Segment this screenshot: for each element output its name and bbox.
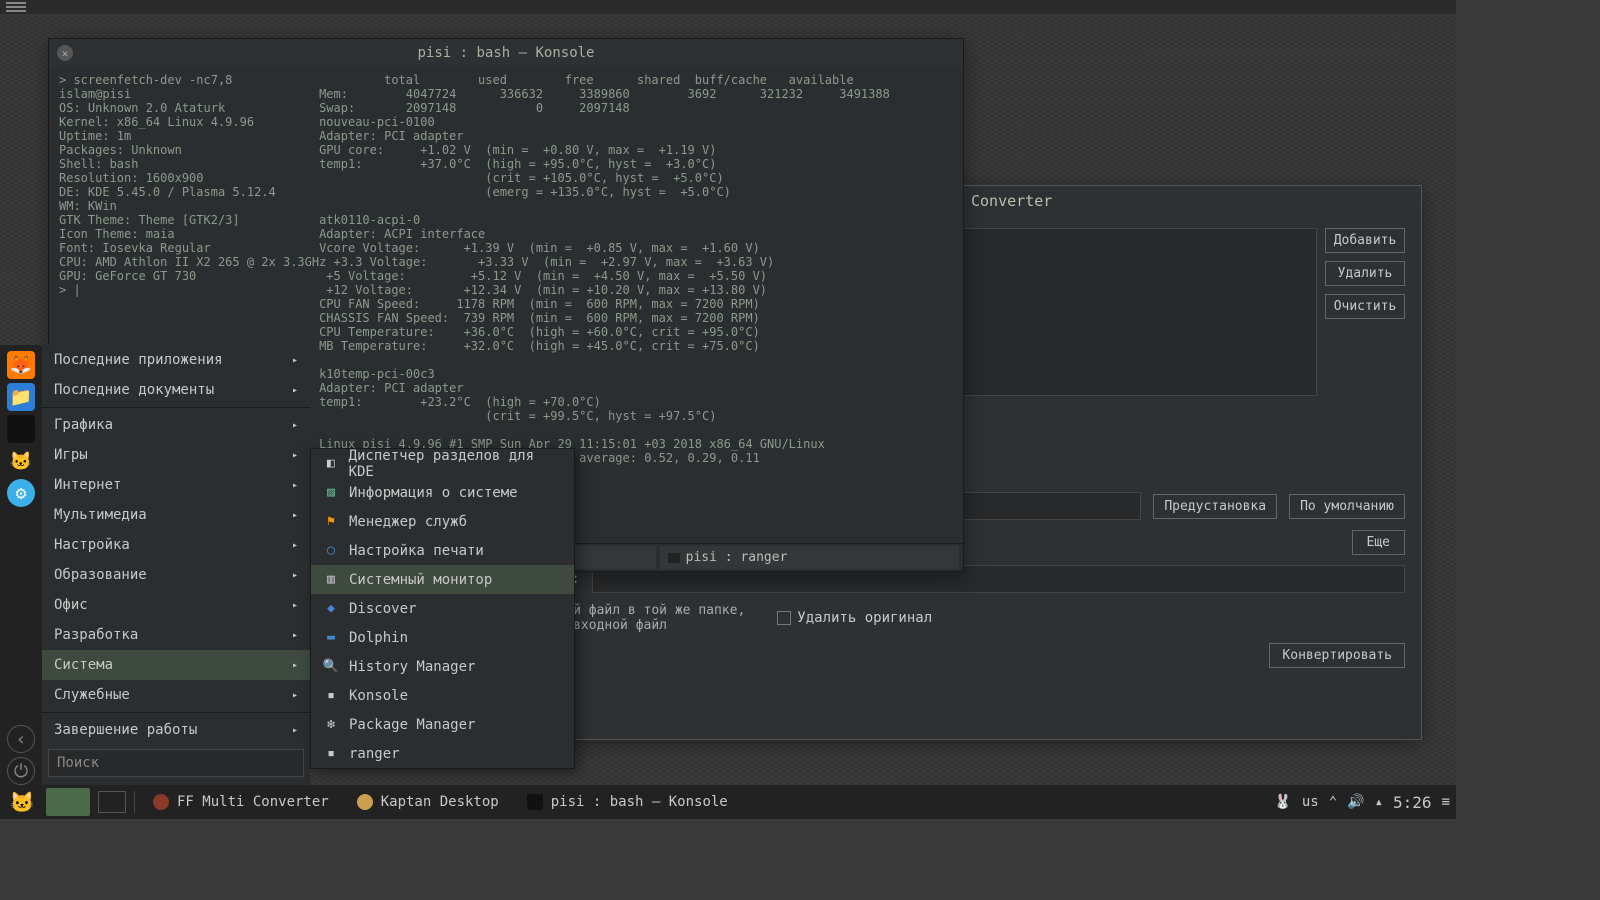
show-desktop-icon[interactable] [98,791,126,813]
power-icon[interactable]: ⏻ [7,757,35,785]
menu-system[interactable]: Система▸ [42,650,310,680]
task-kaptan[interactable]: Kaptan Desktop [347,788,509,816]
clear-button[interactable]: Очистить [1325,294,1405,319]
settings-icon[interactable]: ⚙ [7,479,35,507]
package-icon: ❇ [323,717,339,733]
system-submenu: ◧Диспетчер разделов для KDE ▨Информация … [310,448,575,769]
launcher-panel: 🦊 📁 🐱 ⚙ ‹ ⏻ [0,345,42,785]
keyboard-layout[interactable]: us [1302,794,1319,810]
submenu-konsole[interactable]: ▪Konsole [311,681,574,710]
preset-button[interactable]: Предустановка [1153,494,1277,519]
info-icon: ▨ [323,485,339,501]
converter-icon [153,794,169,810]
back-icon[interactable]: ‹ [7,725,35,753]
system-tray: 🐰 us ⌃ 🔊 ▴ 5:26 ≡ [1274,793,1450,812]
taskbar: 🐱 FF Multi Converter Kaptan Desktop pisi… [0,785,1456,819]
task-green[interactable] [46,788,90,816]
menu-logoff[interactable]: Завершение работы▸ [42,715,310,745]
add-button[interactable]: Добавить [1325,228,1405,253]
remove-button[interactable]: Удалить [1325,261,1405,286]
folder-icon: ▬ [323,630,339,646]
start-icon[interactable]: 🐱 [6,788,38,816]
submenu-ranger[interactable]: ▪ranger [311,739,574,768]
terminal-icon: ▪ [323,746,339,762]
task-konsole[interactable]: pisi : bash — Konsole [517,788,738,816]
menu-settings[interactable]: Настройка▸ [42,530,310,560]
menu-games[interactable]: Игры▸ [42,440,310,470]
konsole-titlebar[interactable]: ✕ pisi : bash — Konsole [49,39,963,67]
menu-recent-docs[interactable]: Последние документы▸ [42,375,310,405]
disk-icon: ◧ [323,456,339,472]
clock[interactable]: 5:26 [1393,793,1432,812]
hamburger-icon[interactable] [6,1,26,13]
flag-icon: ⚑ [323,514,339,530]
firefox-icon[interactable]: 🦊 [7,351,35,379]
files-icon[interactable]: 📁 [7,383,35,411]
menu-multimedia[interactable]: Мультимедиа▸ [42,500,310,530]
window-title: pisi : bash — Konsole [417,45,594,61]
default-button[interactable]: По умолчанию [1289,494,1405,519]
delete-original-check[interactable]: Удалить оригинал [777,610,932,626]
menu-development[interactable]: Разработка▸ [42,620,310,650]
tray-anim-icon[interactable]: 🐰 [1274,794,1291,810]
terminal-icon [668,553,680,563]
submenu-partition[interactable]: ◧Диспетчер разделов для KDE [311,449,574,478]
submenu-dolphin[interactable]: ▬Dolphin [311,623,574,652]
submenu-discover[interactable]: ◆Discover [311,594,574,623]
menu-icon[interactable]: ≡ [1442,794,1450,810]
search-input[interactable]: Поиск [48,749,304,777]
submenu-sysmon[interactable]: ▥Системный монитор [311,565,574,594]
submenu-services[interactable]: ⚑Менеджер служб [311,507,574,536]
terminal-icon [527,794,543,810]
convert-button[interactable]: Конвертировать [1269,643,1405,668]
submenu-sysinfo[interactable]: ▨Информация о системе [311,478,574,507]
more-button[interactable]: Еще [1352,530,1405,555]
network-icon[interactable]: ⌃ [1329,794,1337,810]
discover-icon: ◆ [323,601,339,617]
terminal-icon[interactable] [7,415,35,443]
print-icon: ◯ [323,543,339,559]
menu-utilities[interactable]: Служебные▸ [42,680,310,710]
volume-icon[interactable]: 🔊 [1347,794,1364,810]
submenu-print[interactable]: ◯Настройка печати [311,536,574,565]
kaptan-icon [357,794,373,810]
task-converter[interactable]: FF Multi Converter [143,788,339,816]
tray-expand-icon[interactable]: ▴ [1375,794,1383,810]
submenu-package[interactable]: ❇Package Manager [311,710,574,739]
menu-recent-apps[interactable]: Последние приложения▸ [42,345,310,375]
konsole-tab-3[interactable]: pisi : ranger [660,546,959,569]
search-icon: 🔍 [323,659,339,675]
menu-education[interactable]: Образование▸ [42,560,310,590]
close-icon[interactable]: ✕ [57,45,73,61]
app-icon[interactable]: 🐱 [7,447,35,475]
submenu-history[interactable]: 🔍History Manager [311,652,574,681]
menu-office[interactable]: Офис▸ [42,590,310,620]
menu-internet[interactable]: Интернет▸ [42,470,310,500]
monitor-icon: ▥ [323,572,339,588]
terminal-icon: ▪ [323,688,339,704]
menu-graphics[interactable]: Графика▸ [42,410,310,440]
app-menu: Последние приложения▸ Последние документ… [42,345,310,785]
top-bar [0,0,1456,14]
